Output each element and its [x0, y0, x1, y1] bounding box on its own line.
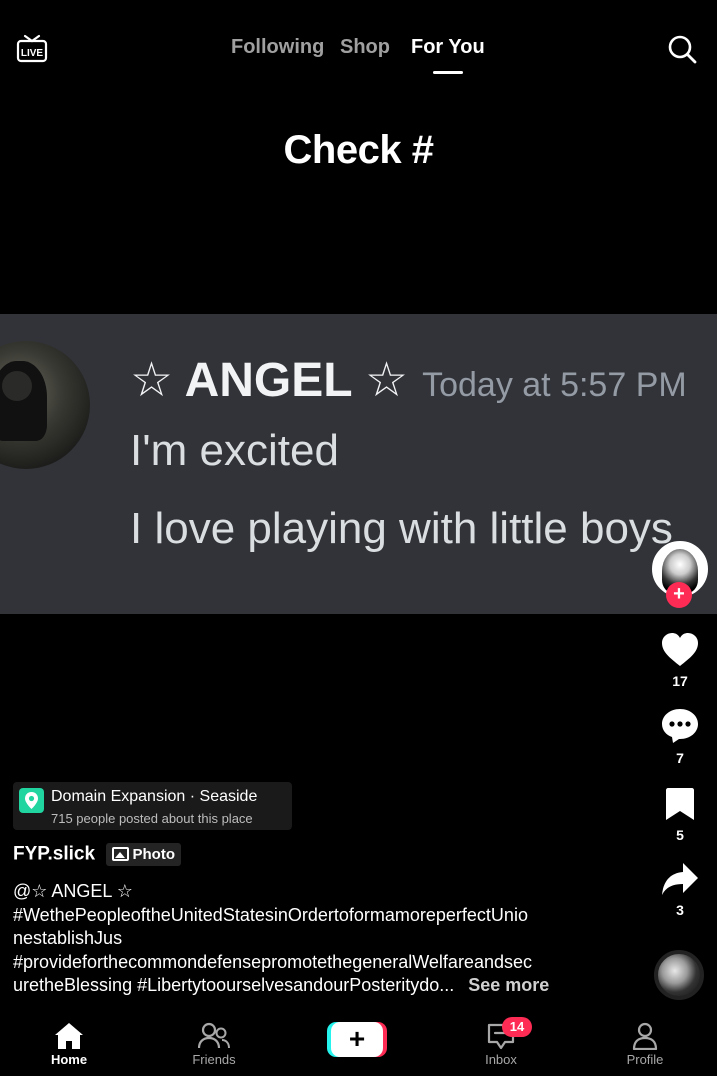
heart-icon	[662, 633, 698, 666]
message-username: ☆ ANGEL ☆	[130, 354, 409, 407]
nav-profile[interactable]: Profile	[600, 1013, 690, 1067]
like-button[interactable]: 17	[655, 633, 705, 689]
create-plus-icon: +	[348, 1023, 366, 1054]
nav-inbox-label: Inbox	[485, 1052, 517, 1067]
caption-line: #provideforthecommondefensepromotethegen…	[13, 951, 532, 972]
nav-home[interactable]: Home	[24, 1013, 114, 1067]
caption-line: #WethePeopleoftheUnitedStatesinOrdertofo…	[13, 904, 528, 925]
nav-profile-label: Profile	[626, 1052, 664, 1067]
nav-friends-label: Friends	[192, 1052, 236, 1067]
caption-line: nestablishJus	[13, 928, 123, 948]
search-icon[interactable]	[666, 33, 698, 65]
location-subtitle: 715 people posted about this place	[51, 811, 253, 826]
tab-following[interactable]: Following	[231, 36, 324, 59]
create-button[interactable]: +	[331, 1022, 383, 1057]
photo-badge: Photo	[105, 843, 181, 866]
save-count: 5	[676, 827, 684, 843]
see-more-link[interactable]: See more	[468, 975, 549, 995]
friends-icon	[198, 1022, 230, 1049]
caption-line: @☆ ANGEL ☆	[13, 881, 133, 901]
photo-badge-label: Photo	[132, 846, 176, 863]
location-tag[interactable]: Domain Expansion · Seaside 715 people po…	[13, 782, 292, 830]
location-pin-icon	[19, 788, 44, 813]
comment-icon	[662, 709, 698, 743]
like-count: 17	[672, 673, 688, 689]
profile-icon	[632, 1022, 658, 1050]
nav-inbox[interactable]: 14 Inbox	[456, 1013, 546, 1067]
tab-for-you[interactable]: For You	[411, 36, 485, 59]
share-count: 3	[676, 902, 684, 918]
comment-button[interactable]: 7	[655, 708, 705, 766]
nav-friends[interactable]: Friends	[169, 1013, 259, 1067]
save-button[interactable]: 5	[655, 787, 705, 843]
live-icon[interactable]: LIVE	[16, 33, 48, 63]
location-name: Domain Expansion · Seaside	[51, 788, 258, 805]
caption[interactable]: @☆ ANGEL ☆ #WethePeopleoftheUnitedStates…	[13, 880, 603, 998]
bookmark-icon	[666, 788, 694, 820]
message-avatar	[0, 341, 90, 469]
caption-line: uretheBlessing #Libertytoourselvesandour…	[13, 975, 455, 995]
active-tab-indicator	[433, 71, 463, 74]
message-header: ☆ ANGEL ☆ Today at 5:57 PM	[130, 352, 687, 408]
message-line: I'm excited	[130, 426, 339, 475]
follow-plus-icon[interactable]: +	[666, 582, 692, 608]
message-timestamp: Today at 5:57 PM	[422, 366, 687, 404]
inbox-badge: 14	[502, 1017, 532, 1037]
message-screenshot: ☆ ANGEL ☆ Today at 5:57 PM I'm excited I …	[0, 314, 717, 614]
author-name[interactable]: FYP.slick	[13, 844, 95, 865]
nav-home-label: Home	[50, 1052, 88, 1067]
comment-count: 7	[676, 750, 684, 766]
tab-shop[interactable]: Shop	[340, 36, 390, 59]
home-icon	[55, 1023, 83, 1049]
share-button[interactable]: 3	[655, 862, 705, 918]
photo-icon	[111, 847, 129, 861]
music-disc-icon[interactable]	[654, 950, 704, 1000]
message-line: I love playing with little boys	[130, 504, 673, 553]
author-row: FYP.slick Photo	[13, 843, 181, 869]
share-icon	[662, 863, 698, 895]
live-label: LIVE	[21, 48, 44, 59]
bottom-nav: Home Friends + 14 Inbox Profile	[0, 1013, 717, 1076]
post-title: Check #	[283, 128, 434, 172]
